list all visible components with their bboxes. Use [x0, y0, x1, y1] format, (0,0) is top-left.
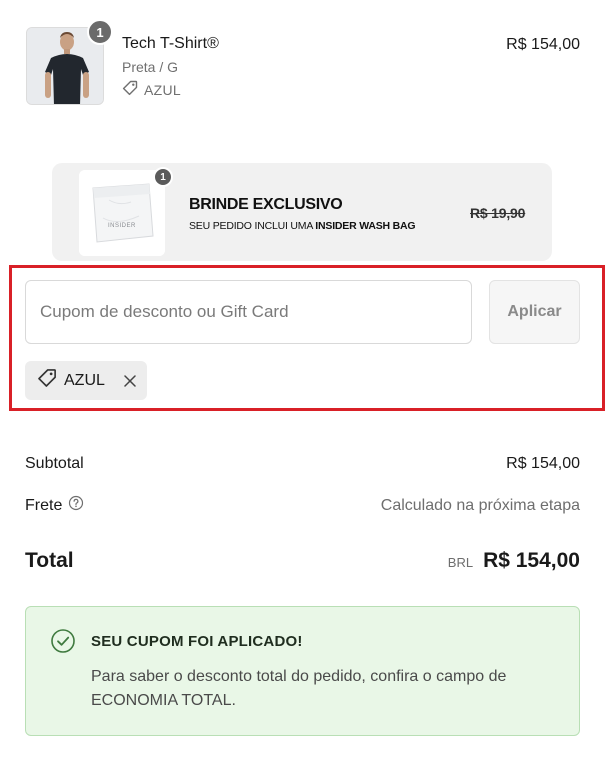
gift-quantity-badge: 1: [153, 167, 173, 187]
gift-bag-logo: INSIDER: [108, 223, 136, 229]
gift-banner: INSIDER BRINDE EXCLUSIVO SEU PEDIDO INCL…: [52, 163, 552, 261]
apply-coupon-button[interactable]: Aplicar: [489, 280, 580, 344]
product-discount: AZUL: [122, 80, 219, 99]
tag-icon: [37, 368, 57, 393]
coupon-applied-notice: SEU CUPOM FOI APLICADO! Para saber o des…: [25, 606, 580, 736]
product-info: Tech T-Shirt® Preta / G AZUL: [122, 35, 219, 99]
remove-coupon-close-icon[interactable]: [122, 373, 138, 389]
total-currency: BRL: [447, 555, 474, 570]
total-row: Total BRL R$ 154,00: [25, 549, 580, 573]
notice-title: SEU CUPOM FOI APLICADO!: [91, 633, 303, 650]
gift-subtitle-prefix: SEU PEDIDO INCLUI UMA: [189, 220, 313, 232]
subtotal-value: R$ 154,00: [506, 455, 580, 472]
check-circle-icon: [50, 628, 76, 654]
gift-subtitle-bold: INSIDER WASH BAG: [315, 220, 416, 232]
subtotal-row: Subtotal R$ 154,00: [25, 455, 580, 473]
gift-title: BRINDE EXCLUSIVO: [189, 196, 343, 213]
product-discount-code: AZUL: [144, 81, 181, 98]
product-price: R$ 154,00: [506, 36, 580, 53]
gift-old-price: R$ 19,90: [470, 205, 526, 221]
shipping-row: Frete Calculado na próxima etapa: [25, 495, 580, 516]
total-amount: BRL R$ 154,00: [448, 549, 580, 573]
applied-coupon-code: AZUL: [64, 371, 105, 389]
gift-image: INSIDER: [79, 170, 165, 256]
help-icon[interactable]: [68, 495, 84, 516]
total-value: R$ 154,00: [483, 549, 580, 572]
gift-subtitle: SEU PEDIDO INCLUI UMA INSIDER WASH BAG: [189, 220, 416, 232]
total-label: Total: [25, 549, 74, 572]
shipping-label: Frete: [25, 496, 63, 514]
product-variant: Preta / G: [122, 59, 179, 75]
notice-text: Para saber o desconto total do pedido, c…: [91, 668, 507, 709]
quantity-badge: 1: [87, 19, 113, 45]
product-name: Tech T-Shirt®: [122, 35, 219, 52]
coupon-input[interactable]: [25, 280, 472, 344]
shipping-value: Calculado na próxima etapa: [380, 496, 580, 514]
shipping-label-group: Frete: [25, 495, 84, 516]
tag-icon: [122, 80, 138, 99]
subtotal-label: Subtotal: [25, 455, 84, 472]
applied-coupon-chip: AZUL: [25, 361, 147, 400]
